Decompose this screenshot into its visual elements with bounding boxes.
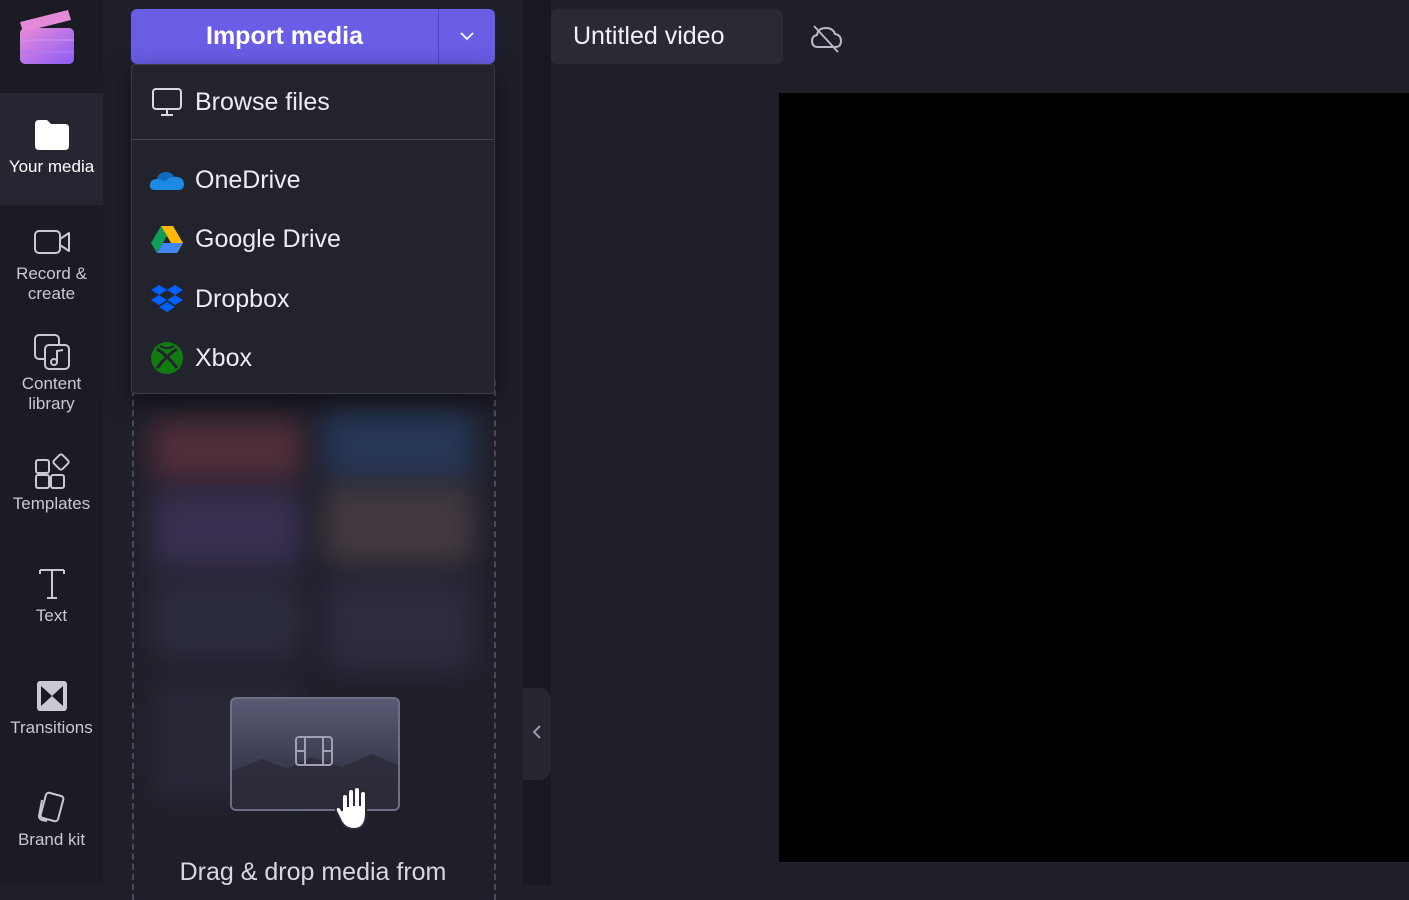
- nav-rail: Your media Record & create Content libra…: [0, 0, 103, 885]
- folder-icon: [32, 115, 72, 155]
- blurred-thumbnail: [324, 485, 474, 565]
- brand-kit-icon: [32, 788, 72, 828]
- menu-item-label: Google Drive: [195, 224, 341, 253]
- nav-label: Text: [35, 606, 68, 625]
- chevron-down-icon: [459, 28, 475, 46]
- menu-item-label: OneDrive: [195, 165, 301, 194]
- drop-zone-text: Drag & drop media from: [179, 858, 447, 886]
- onedrive-icon: [149, 162, 185, 198]
- content-library-icon: [32, 332, 72, 372]
- nav-templates[interactable]: Templates: [0, 452, 103, 514]
- project-title: Untitled video: [573, 22, 725, 50]
- nav-your-media[interactable]: Your media: [0, 93, 103, 205]
- menu-item-xbox[interactable]: Xbox: [132, 330, 494, 386]
- menu-item-onedrive[interactable]: OneDrive: [132, 152, 494, 208]
- menu-item-google-drive[interactable]: Google Drive: [132, 211, 494, 267]
- blurred-thumbnail: [324, 580, 474, 670]
- collapse-panel-button[interactable]: [523, 688, 551, 780]
- clipchamp-logo: [18, 8, 76, 66]
- nav-label: Content library: [21, 374, 82, 413]
- hand-cursor-icon: [334, 785, 378, 833]
- nav-label: Record & create: [16, 264, 87, 303]
- nav-brand-kit[interactable]: Brand kit: [0, 788, 103, 850]
- text-icon: [32, 564, 72, 604]
- google-drive-icon: [149, 221, 185, 257]
- nav-label: Templates: [12, 494, 91, 513]
- blurred-thumbnail: [324, 410, 474, 480]
- nav-record-create[interactable]: Record & create: [0, 222, 103, 304]
- nav-label: Transitions: [10, 718, 93, 737]
- project-title-input[interactable]: Untitled video: [551, 9, 783, 64]
- menu-item-dropbox[interactable]: Dropbox: [132, 271, 494, 327]
- dropbox-icon: [149, 281, 185, 317]
- blurred-thumbnail: [152, 580, 302, 660]
- transitions-icon: [32, 676, 72, 716]
- video-camera-icon: [32, 222, 72, 262]
- import-options-button[interactable]: [439, 9, 495, 64]
- import-dropdown-menu: Browse files OneDrive Google Drive Dropb…: [131, 64, 495, 394]
- nav-text[interactable]: Text: [0, 564, 103, 626]
- blurred-thumbnail: [152, 490, 302, 570]
- nav-label: Your media: [8, 157, 95, 176]
- cloud-off-icon[interactable]: [809, 21, 843, 55]
- xbox-icon: [149, 340, 185, 376]
- nav-content-library[interactable]: Content library: [0, 332, 103, 414]
- menu-item-label: Dropbox: [195, 284, 290, 313]
- import-media-button[interactable]: Import media: [131, 9, 438, 64]
- nav-label: Brand kit: [17, 830, 86, 849]
- monitor-icon: [149, 84, 185, 120]
- nav-transitions[interactable]: Transitions: [0, 676, 103, 738]
- menu-item-label: Xbox: [195, 343, 252, 372]
- drop-zone[interactable]: [132, 380, 496, 900]
- menu-divider: [132, 139, 494, 140]
- chevron-left-icon: [532, 724, 542, 745]
- blurred-thumbnail: [152, 420, 302, 480]
- import-media-label: Import media: [206, 22, 363, 50]
- menu-item-label: Browse files: [195, 87, 330, 116]
- video-preview: [779, 93, 1409, 862]
- templates-icon: [32, 452, 72, 492]
- menu-item-browse-files[interactable]: Browse files: [132, 74, 494, 130]
